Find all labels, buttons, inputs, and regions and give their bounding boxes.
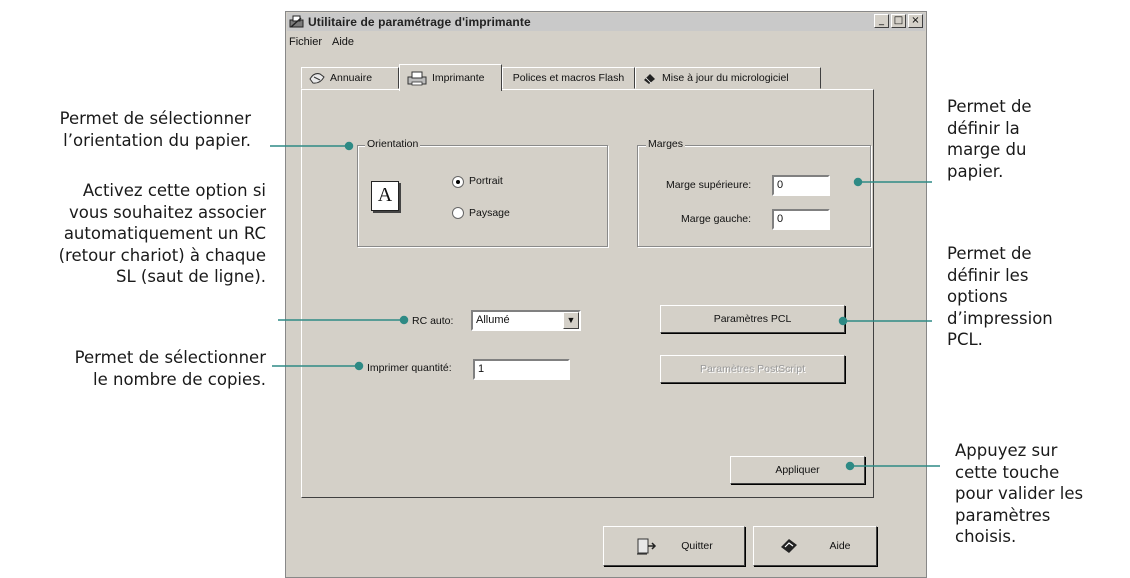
- tab-printer[interactable]: Imprimante: [399, 64, 502, 91]
- printer-icon: [407, 71, 427, 86]
- callout-dot-orientation: [344, 141, 354, 151]
- tab-label: Imprimante: [432, 72, 485, 84]
- callout-dot-margins: [853, 177, 863, 187]
- callout-dot-rc-auto: [399, 315, 409, 325]
- callout-dot-quantity: [354, 361, 364, 371]
- callout-dot-apply: [845, 461, 855, 471]
- callout-lines: [270, 141, 940, 471]
- callout-dot-pcl: [838, 316, 848, 326]
